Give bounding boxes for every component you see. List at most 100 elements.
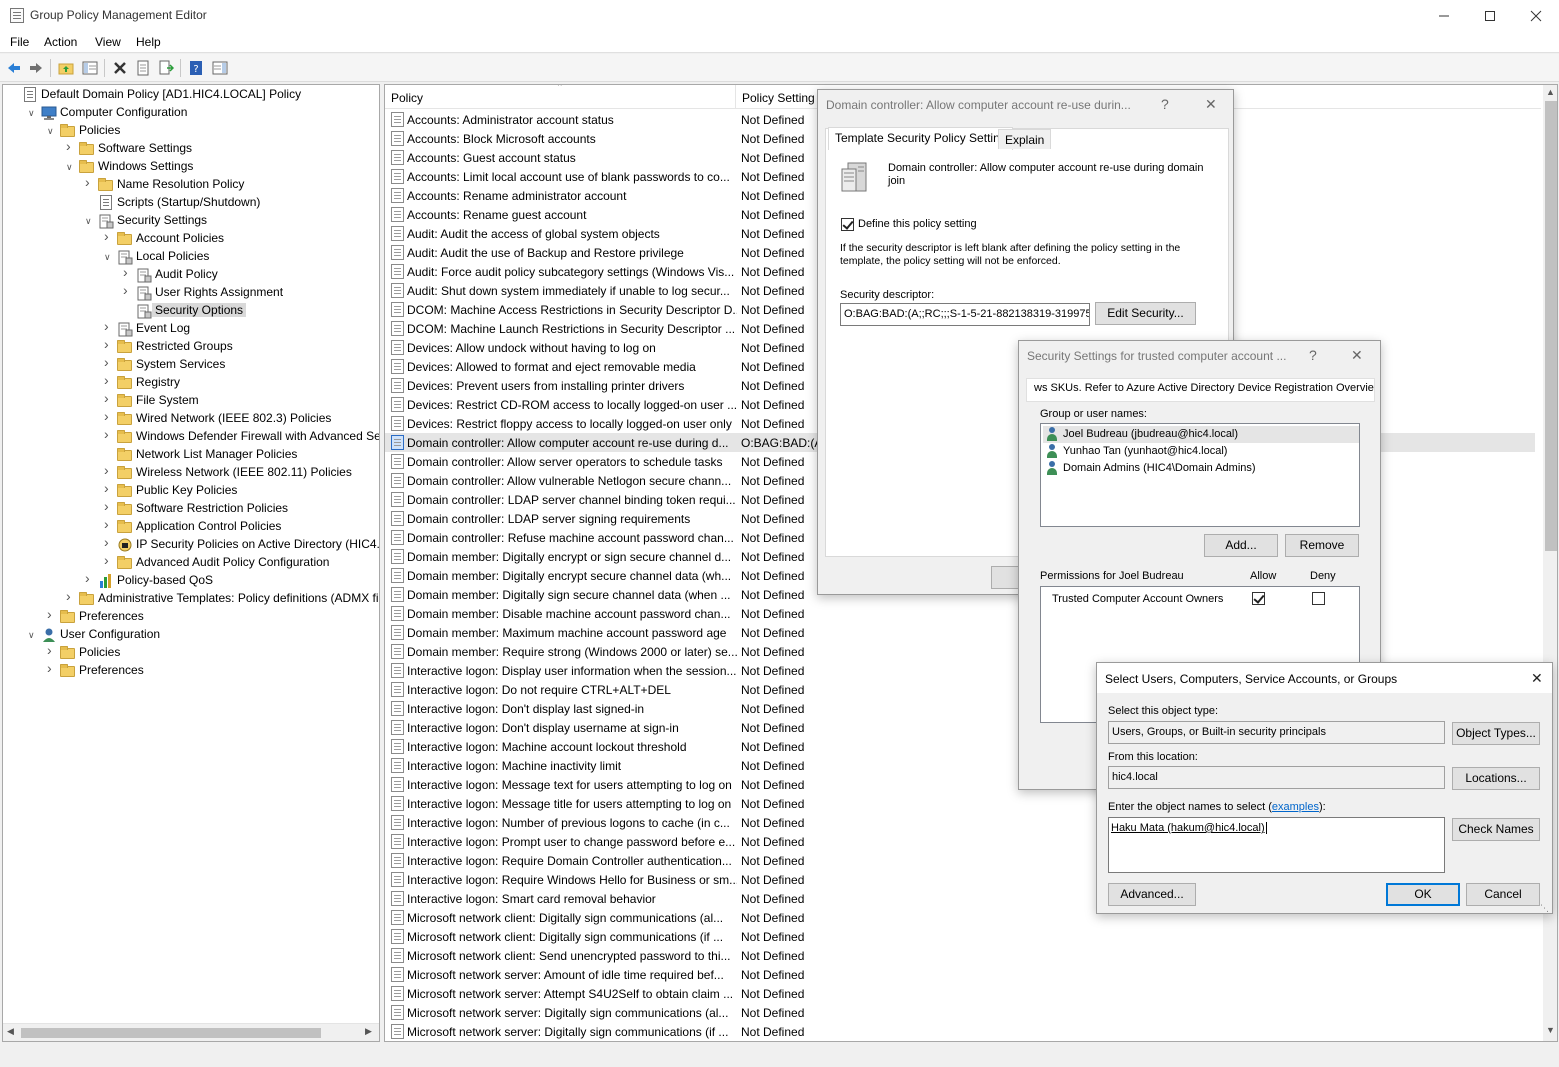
policy-row[interactable]: Microsoft network server: Amount of idle… — [385, 965, 1535, 984]
resize-grip-icon[interactable]: ⋱ — [1540, 903, 1549, 914]
policy-row[interactable]: Microsoft network server: Digitally sign… — [385, 1003, 1535, 1022]
ok-button[interactable]: OK — [1386, 883, 1460, 906]
dialog-close-button[interactable]: ✕ — [1205, 96, 1217, 113]
tree-item[interactable]: ∨ Security Settings — [3, 212, 379, 230]
remove-button[interactable]: Remove — [1285, 534, 1359, 557]
chevron-down-icon[interactable]: ∨ — [28, 629, 38, 641]
edit-security-button[interactable]: Edit Security... — [1095, 302, 1196, 325]
tree-item[interactable]: › IP Security Policies on Active Director… — [3, 535, 379, 554]
back-icon[interactable] — [4, 58, 24, 78]
console-tree[interactable]: Default Domain Policy [AD1.HIC4.LOCAL] P… — [2, 84, 380, 1042]
forward-icon[interactable] — [26, 58, 46, 78]
tree-item[interactable]: › Windows Defender Firewall with Advanced… — [3, 427, 379, 446]
menu-action[interactable]: Action — [44, 34, 77, 50]
tree-item[interactable]: Network List Manager Policies — [3, 446, 379, 464]
chevron-down-icon[interactable]: ∨ — [66, 161, 76, 173]
tree-item[interactable]: ∨ User Configuration — [3, 626, 379, 644]
group-user-list[interactable]: Joel Budreau (jbudreau@hic4.local) Yunha… — [1040, 423, 1360, 527]
tree-item[interactable]: Scripts (Startup/Shutdown) — [3, 194, 379, 212]
chevron-right-icon[interactable]: › — [104, 481, 114, 495]
show-hide-tree-icon[interactable] — [80, 58, 100, 78]
column-policy-setting[interactable]: Policy Setting — [742, 91, 815, 105]
scrollbar-thumb[interactable] — [1545, 101, 1557, 551]
tree-item[interactable]: › Account Policies — [3, 229, 379, 248]
define-policy-checkbox[interactable] — [841, 218, 854, 231]
column-policy[interactable]: Policy — [391, 91, 423, 105]
chevron-right-icon[interactable]: › — [123, 265, 133, 279]
object-names-input[interactable]: Haku Mata (hakum@hic4.local) — [1108, 817, 1445, 873]
user-item[interactable]: Joel Budreau (jbudreau@hic4.local) — [1043, 426, 1359, 443]
delete-icon[interactable] — [110, 58, 130, 78]
maximize-button[interactable] — [1467, 0, 1513, 31]
chevron-right-icon[interactable]: › — [47, 661, 57, 675]
check-names-button[interactable]: Check Names — [1452, 818, 1540, 841]
chevron-right-icon[interactable]: › — [104, 229, 114, 243]
chevron-down-icon[interactable]: ∨ — [47, 125, 57, 137]
allow-checkbox[interactable] — [1252, 592, 1265, 605]
chevron-right-icon[interactable]: › — [47, 643, 57, 657]
tree-horizontal-scrollbar[interactable]: ◀ ▶ — [3, 1023, 379, 1041]
policy-row[interactable]: Microsoft network server: Attempt S4U2Se… — [385, 984, 1535, 1003]
up-folder-icon[interactable] — [56, 58, 76, 78]
tree-item[interactable]: › Advanced Audit Policy Configuration — [3, 553, 379, 572]
chevron-right-icon[interactable]: › — [104, 553, 114, 567]
chevron-right-icon[interactable]: › — [104, 535, 114, 549]
scrollbar-thumb[interactable] — [21, 1028, 321, 1038]
chevron-right-icon[interactable]: › — [104, 427, 114, 441]
chevron-right-icon[interactable]: › — [66, 589, 76, 603]
scroll-up-icon[interactable]: ▲ — [1546, 87, 1555, 97]
tree-item[interactable]: › Application Control Policies — [3, 517, 379, 536]
tree-item[interactable]: › Policies — [3, 643, 379, 662]
tree-item[interactable]: › Preferences — [3, 607, 379, 626]
dialog-help-button[interactable]: ? — [1309, 347, 1317, 363]
tree-item[interactable]: › Restricted Groups — [3, 337, 379, 356]
chevron-right-icon[interactable]: › — [85, 571, 95, 585]
security-descriptor-field[interactable]: O:BAG:BAD:(A;;RC;;;S-1-5-21-882138319-31… — [840, 303, 1090, 326]
user-item[interactable]: Yunhao Tan (yunhaot@hic4.local) — [1043, 443, 1359, 460]
tree-item[interactable]: › Software Settings — [3, 139, 379, 158]
chevron-down-icon[interactable]: ∨ — [104, 251, 114, 263]
tab-explain[interactable]: Explain — [998, 129, 1052, 149]
dialog-help-button[interactable]: ? — [1161, 96, 1169, 112]
chevron-right-icon[interactable]: › — [104, 355, 114, 369]
policy-row[interactable]: Microsoft network server: Digitally sign… — [385, 1022, 1535, 1041]
tree-item[interactable]: › Name Resolution Policy — [3, 175, 379, 194]
help-icon[interactable]: ? — [186, 58, 206, 78]
menu-view[interactable]: View — [95, 34, 121, 50]
chevron-right-icon[interactable]: › — [66, 139, 76, 153]
tree-item[interactable]: › Policy-based QoS — [3, 571, 379, 590]
tree-item[interactable]: › File System — [3, 391, 379, 410]
action-pane-icon[interactable] — [210, 58, 230, 78]
scroll-left-icon[interactable]: ◀ — [7, 1026, 14, 1037]
tree-item[interactable]: Security Options — [3, 302, 379, 320]
export-list-icon[interactable] — [156, 58, 176, 78]
dialog-close-button[interactable]: ✕ — [1531, 670, 1543, 687]
tree-item[interactable]: › Administrative Templates: Policy defini… — [3, 589, 379, 608]
scroll-right-icon[interactable]: ▶ — [365, 1026, 372, 1037]
tree-item[interactable]: › System Services — [3, 355, 379, 374]
policy-row[interactable]: Microsoft network client: Send unencrypt… — [385, 946, 1535, 965]
advanced-button[interactable]: Advanced... — [1108, 883, 1196, 906]
tree-item[interactable]: › Software Restriction Policies — [3, 499, 379, 518]
object-types-button[interactable]: Object Types... — [1452, 722, 1540, 745]
minimize-button[interactable] — [1421, 0, 1467, 31]
deny-checkbox[interactable] — [1312, 592, 1325, 605]
tree-item[interactable]: › Wired Network (IEEE 802.3) Policies — [3, 409, 379, 428]
chevron-right-icon[interactable]: › — [104, 463, 114, 477]
examples-link[interactable]: examples — [1272, 801, 1319, 813]
tree-item[interactable]: › Event Log — [3, 319, 379, 338]
chevron-right-icon[interactable]: › — [104, 517, 114, 531]
tree-item[interactable]: ∨ Policies — [3, 122, 379, 140]
chevron-right-icon[interactable]: › — [47, 607, 57, 621]
chevron-down-icon[interactable]: ∨ — [85, 215, 95, 227]
locations-button[interactable]: Locations... — [1452, 767, 1540, 790]
chevron-right-icon[interactable]: › — [104, 409, 114, 423]
tree-item[interactable]: › Registry — [3, 373, 379, 392]
tree-item[interactable]: ∨ Local Policies — [3, 248, 379, 266]
tree-item[interactable]: ∨ Windows Settings — [3, 158, 379, 176]
tree-item[interactable]: › Preferences — [3, 661, 379, 680]
menu-file[interactable]: File — [10, 34, 29, 50]
tree-item[interactable]: Default Domain Policy [AD1.HIC4.LOCAL] P… — [3, 86, 379, 104]
chevron-right-icon[interactable]: › — [85, 175, 95, 189]
tree-item[interactable]: › Audit Policy — [3, 265, 379, 284]
